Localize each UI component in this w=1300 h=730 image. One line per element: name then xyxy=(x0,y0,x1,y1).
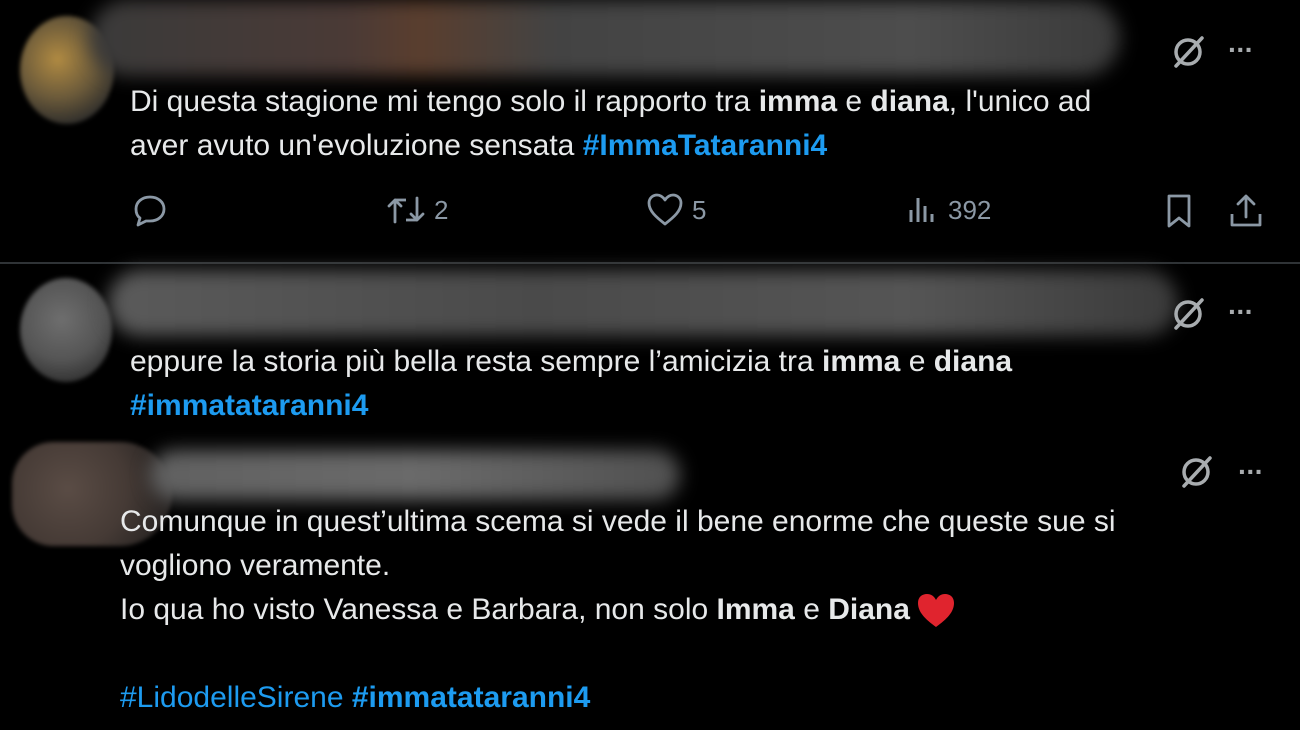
share-icon xyxy=(1230,194,1262,227)
tweet-2[interactable]: ··· eppure la storia più bella resta sem… xyxy=(0,264,1300,434)
tweet-text: Comunque in quest’ultima scema si vede i… xyxy=(120,500,1116,720)
views-button[interactable]: 392 xyxy=(904,192,991,228)
slashed-circle-icon[interactable] xyxy=(1176,452,1216,492)
hashtag-link[interactable]: #immatataranni4 xyxy=(352,681,590,714)
text-bold: diana xyxy=(933,345,1013,378)
avatar[interactable] xyxy=(20,278,112,382)
slashed-circle-icon[interactable] xyxy=(1168,32,1208,72)
text-part: aver avuto un'evoluzione sensata xyxy=(130,129,583,162)
tweet-text: eppure la storia più bella resta sempre … xyxy=(130,340,1012,428)
text-part: Io qua ho visto Vanessa e Barbara, non s… xyxy=(120,593,717,626)
share-button[interactable] xyxy=(1228,192,1264,230)
heart-icon xyxy=(647,193,683,226)
views-icon xyxy=(909,198,934,222)
reply-icon xyxy=(134,195,166,227)
author-name-blurred[interactable] xyxy=(108,270,1178,336)
tweet-text: Di questa stagione mi tengo solo il rapp… xyxy=(130,80,1091,168)
like-count: 5 xyxy=(692,194,707,225)
like-button[interactable]: 5 xyxy=(646,192,706,228)
text-bold: imma xyxy=(758,85,838,118)
author-name-blurred[interactable] xyxy=(90,0,1120,76)
text-line: Comunque in quest’ultima scema si vede i… xyxy=(120,505,1116,538)
hashtag-link[interactable]: #ImmaTataranni4 xyxy=(583,129,828,162)
text-part: eppure la storia più bella resta sempre … xyxy=(130,345,822,378)
text-bold: Diana xyxy=(828,593,910,626)
text-bold: Imma xyxy=(716,593,795,626)
red-heart-emoji xyxy=(917,594,954,628)
retweet-button[interactable]: 2 xyxy=(386,192,448,228)
more-dots-icon[interactable]: ··· xyxy=(1238,458,1264,486)
tweet-1[interactable]: ··· Di questa stagione mi tengo solo il … xyxy=(0,0,1300,262)
text-bold: diana xyxy=(870,85,949,118)
retweet-count: 2 xyxy=(434,194,449,225)
text-part: Di questa stagione mi tengo solo il rapp… xyxy=(130,85,759,118)
hashtag-link[interactable]: #LidodelleSirene xyxy=(120,681,344,714)
author-name-blurred[interactable] xyxy=(150,450,680,500)
tweet-3[interactable]: ··· Comunque in quest’ultima scema si ve… xyxy=(0,434,1300,730)
more-dots-icon[interactable]: ··· xyxy=(1228,298,1254,326)
retweet-icon xyxy=(387,196,425,224)
text-part: e xyxy=(794,593,829,626)
views-count: 392 xyxy=(948,194,992,225)
text-part: e xyxy=(900,345,934,378)
reply-button[interactable] xyxy=(132,192,176,228)
text-line: vogliono veramente. xyxy=(120,549,391,582)
text-bold: imma xyxy=(821,345,901,378)
bookmark-button[interactable] xyxy=(1162,192,1196,230)
text-part: e xyxy=(837,85,871,118)
bookmark-icon xyxy=(1167,194,1191,228)
slashed-circle-icon[interactable] xyxy=(1168,294,1208,334)
more-dots-icon[interactable]: ··· xyxy=(1228,36,1254,64)
text-part: , l'unico ad xyxy=(948,85,1092,118)
hashtag-link[interactable]: #immatataranni4 xyxy=(130,389,368,422)
